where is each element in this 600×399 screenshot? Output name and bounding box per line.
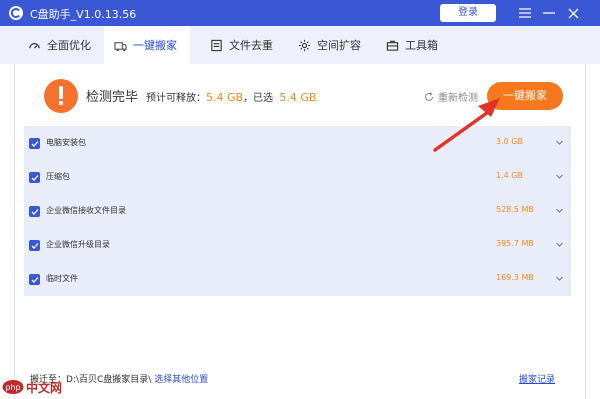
tab-full-optimize[interactable]: 全面优化 xyxy=(22,26,97,64)
tab-space-expand[interactable]: 空间扩容 xyxy=(292,26,367,64)
item-size: 3.0 GB xyxy=(496,137,523,146)
item-size: 169.3 MB xyxy=(496,273,534,282)
move-icon xyxy=(114,41,127,51)
dashboard-icon xyxy=(29,42,40,49)
choose-location-link[interactable]: 选择其他位置 xyxy=(154,375,208,385)
svg-text:php: php xyxy=(5,383,20,392)
item-name: 企业微信接收文件目录 xyxy=(46,206,126,215)
checkbox[interactable] xyxy=(29,172,40,183)
status-title: 检测完毕 xyxy=(86,90,139,105)
releasable-size: 5.4 GB xyxy=(206,91,244,104)
tab-label: 文件去重 xyxy=(229,39,273,52)
item-name: 企业微信升级目录 xyxy=(46,240,110,249)
refresh-icon xyxy=(424,91,434,101)
warning-icon xyxy=(44,79,78,113)
watermark-text: 中文网 xyxy=(26,380,63,395)
login-button[interactable]: 登录 xyxy=(440,4,496,22)
tab-bar: 全面优化 一键搬家 文件去重 空间扩容 工具箱 xyxy=(0,26,600,64)
list-item[interactable]: 电脑安装包 3.0 GB xyxy=(24,126,571,160)
destination-path: D:\百贝C盘搬家目录\ xyxy=(66,375,152,385)
status-prefix: 预计可释放： xyxy=(146,93,206,104)
status-middle: ，已选 xyxy=(243,93,274,104)
checkbox[interactable] xyxy=(29,206,40,217)
toolbox-icon xyxy=(386,40,399,51)
item-name: 临时文件 xyxy=(46,274,78,283)
list-item[interactable]: 企业微信升级目录 395.7 MB xyxy=(24,228,571,262)
item-list: 电脑安装包 3.0 GB 压缩包 1.4 GB 企业微信接收文件目录 528.5… xyxy=(24,126,571,296)
chevron-down-icon[interactable] xyxy=(555,206,564,215)
title-bar: C盘助手_V1.0.13.56 登录 xyxy=(0,0,600,26)
one-click-move-button[interactable]: 一键搬家 xyxy=(487,82,563,110)
chevron-down-icon[interactable] xyxy=(555,138,564,147)
checkbox[interactable] xyxy=(29,274,40,285)
checkbox[interactable] xyxy=(29,138,40,149)
chevron-down-icon[interactable] xyxy=(555,172,564,181)
tab-label: 一键搬家 xyxy=(133,39,177,52)
app-logo-icon xyxy=(9,6,23,20)
item-name: 电脑安装包 xyxy=(46,138,86,147)
tab-label: 空间扩容 xyxy=(317,39,361,52)
recheck-button[interactable]: 重新检测 xyxy=(424,89,478,104)
chevron-down-icon[interactable] xyxy=(555,274,564,283)
watermark: php 中文网 xyxy=(2,377,64,397)
window-title: C盘助手_V1.0.13.56 xyxy=(30,8,137,21)
close-icon[interactable] xyxy=(562,0,584,26)
list-item[interactable]: 企业微信接收文件目录 528.5 MB xyxy=(24,194,571,228)
php-logo-icon: php xyxy=(2,380,24,394)
item-size: 528.5 MB xyxy=(496,205,534,214)
recheck-label: 重新检测 xyxy=(438,93,478,104)
tab-toolbox[interactable]: 工具箱 xyxy=(380,26,444,64)
minimize-icon[interactable] xyxy=(538,0,560,26)
list-item[interactable]: 压缩包 1.4 GB xyxy=(24,160,571,194)
item-size: 395.7 MB xyxy=(496,239,534,248)
item-name: 压缩包 xyxy=(46,172,70,181)
list-item[interactable]: 临时文件 169.3 MB xyxy=(24,262,571,296)
checkbox[interactable] xyxy=(29,240,40,251)
item-size: 1.4 GB xyxy=(496,171,523,180)
move-history-link[interactable]: 搬家记录 xyxy=(519,372,555,385)
status-summary: 预计可释放：5.4 GB，已选 5.4 GB xyxy=(146,89,316,104)
selected-size: 5.4 GB xyxy=(279,91,317,104)
tab-label: 工具箱 xyxy=(405,39,438,52)
tab-one-click-move[interactable]: 一键搬家 xyxy=(104,26,190,64)
chevron-down-icon[interactable] xyxy=(555,240,564,249)
tab-file-dedup[interactable]: 文件去重 xyxy=(204,26,279,64)
files-icon xyxy=(211,39,222,51)
tab-label: 全面优化 xyxy=(47,39,91,52)
gear-icon xyxy=(298,39,311,51)
menu-icon[interactable] xyxy=(514,0,536,26)
